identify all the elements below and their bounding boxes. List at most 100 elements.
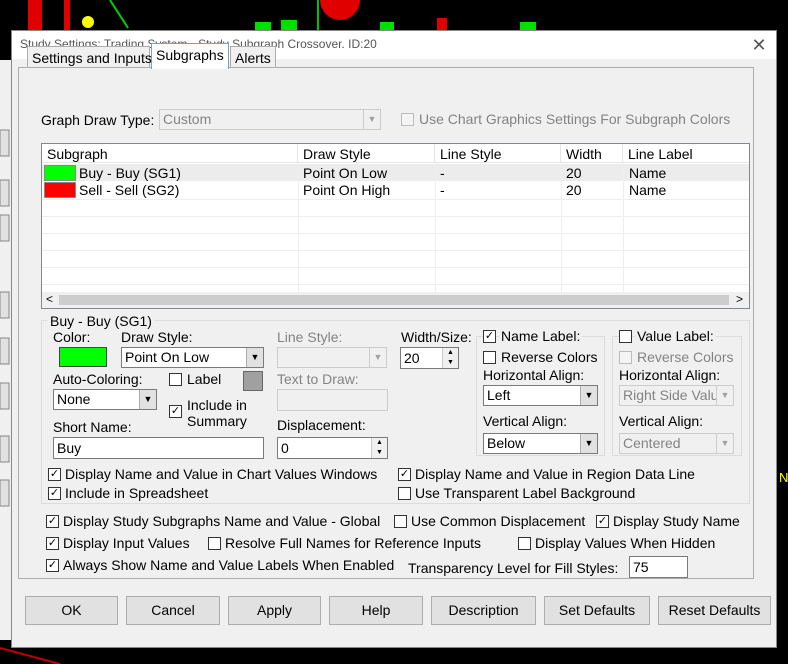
value-label-title: Value Label: <box>635 328 716 344</box>
always-show-labels-checkbox[interactable]: ✓ <box>46 559 59 572</box>
chevron-down-icon: ▼ <box>580 434 597 453</box>
subgraph-color-swatch <box>44 165 76 181</box>
use-chart-graphics-checkbox[interactable] <box>401 113 414 126</box>
line-style-select[interactable]: ▼ <box>277 347 387 368</box>
value-reverse-colors-checkbox[interactable] <box>619 351 632 364</box>
close-icon[interactable]: ✕ <box>748 34 770 56</box>
tab-label: Alerts <box>235 50 271 66</box>
spinner-buttons[interactable]: ▲ ▼ <box>371 438 387 458</box>
reset-defaults-button[interactable]: Reset Defaults <box>658 596 771 625</box>
scrollbar-thumb[interactable] <box>59 295 729 305</box>
label-checkbox[interactable] <box>169 373 182 386</box>
check-icon: ✓ <box>170 405 181 417</box>
text-to-draw-input[interactable] <box>277 389 388 411</box>
use-transparent-label-bg-checkbox[interactable] <box>398 487 411 500</box>
display-input-values-checkbox[interactable]: ✓ <box>46 537 59 550</box>
display-name-value-region-label: Display Name and Value in Region Data Li… <box>415 466 695 482</box>
check-icon: ✓ <box>484 330 495 342</box>
table-cell: Point On High <box>303 182 391 198</box>
svg-text:N: N <box>779 470 788 485</box>
color-picker-button[interactable] <box>59 347 107 367</box>
detail-group-title: Buy - Buy (SG1) <box>47 313 155 329</box>
spin-up-icon[interactable]: ▲ <box>443 348 458 358</box>
table-cell: Name <box>629 182 667 198</box>
value-horizontal-align-select[interactable]: Right Side Valu ▼ <box>619 385 734 406</box>
name-vertical-align-select[interactable]: Below ▼ <box>483 433 598 454</box>
width-size-label: Width/Size: <box>401 329 472 345</box>
ok-button[interactable]: OK <box>25 596 118 625</box>
auto-coloring-select[interactable]: None ▼ <box>53 389 157 410</box>
width-size-spinner[interactable]: 20 ▲ ▼ <box>400 347 459 369</box>
resolve-full-names-checkbox[interactable] <box>208 537 221 550</box>
grid-line <box>42 199 749 200</box>
display-name-value-chart-checkbox[interactable]: ✓ <box>48 468 61 481</box>
name-label-checkbox[interactable]: ✓ <box>483 330 496 343</box>
transparency-value: 75 <box>633 559 649 575</box>
tab-subgraphs[interactable]: Subgraphs <box>151 43 229 69</box>
name-horizontal-align-label: Horizontal Align: <box>483 367 585 383</box>
column-header-line-label[interactable]: Line Label <box>623 144 749 163</box>
horizontal-scrollbar[interactable]: < > <box>42 292 749 308</box>
width-size-value: 20 <box>404 350 420 366</box>
tab-alerts[interactable]: Alerts <box>230 46 276 67</box>
name-reverse-colors-checkbox[interactable] <box>483 351 496 364</box>
grid-line <box>298 163 299 292</box>
auto-coloring-value: None <box>57 391 91 407</box>
table-cell: Point On Low <box>303 165 388 181</box>
transparency-input[interactable]: 75 <box>629 556 688 578</box>
column-header-line-style[interactable]: Line Style <box>435 144 561 163</box>
auto-coloring-label: Auto-Coloring: <box>53 371 143 387</box>
spin-down-icon[interactable]: ▼ <box>443 358 458 368</box>
description-button[interactable]: Description <box>431 596 536 625</box>
table-cell: Sell - Sell (SG2) <box>79 182 180 198</box>
spinner-buttons[interactable]: ▲ ▼ <box>442 348 458 368</box>
value-vertical-align-value: Centered <box>623 435 681 451</box>
grid-line <box>561 163 562 292</box>
table-cell: Buy - Buy (SG1) <box>79 165 181 181</box>
set-defaults-button[interactable]: Set Defaults <box>544 596 650 625</box>
label-color-button[interactable] <box>243 371 263 391</box>
color-label: Color: <box>53 329 91 345</box>
subgraph-table[interactable]: Subgraph Draw Style Line Style Width Lin… <box>41 143 750 309</box>
draw-style-select[interactable]: Point On Low ▼ <box>121 347 264 368</box>
spin-up-icon[interactable]: ▲ <box>372 438 387 448</box>
help-button[interactable]: Help <box>329 596 423 625</box>
value-label-checkbox[interactable] <box>619 330 632 343</box>
check-icon: ✓ <box>597 515 608 527</box>
label-checkbox-label: Label <box>187 371 222 387</box>
graph-draw-type-select[interactable]: Custom ▼ <box>159 109 381 130</box>
include-in-spreadsheet-checkbox[interactable]: ✓ <box>48 487 61 500</box>
apply-button[interactable]: Apply <box>228 596 321 625</box>
scroll-left-icon[interactable]: < <box>46 292 53 306</box>
display-subgraphs-global-checkbox[interactable]: ✓ <box>46 515 59 528</box>
name-horizontal-align-select[interactable]: Left ▼ <box>483 385 598 406</box>
name-vertical-align-label: Vertical Align: <box>483 413 568 429</box>
grid-line <box>42 250 749 251</box>
use-common-displacement-label: Use Common Displacement <box>411 513 586 529</box>
column-header-draw-style[interactable]: Draw Style <box>298 144 435 163</box>
displacement-spinner[interactable]: 0 ▲ ▼ <box>277 437 388 459</box>
display-study-name-checkbox[interactable]: ✓ <box>596 515 609 528</box>
check-icon: ✓ <box>49 487 60 499</box>
column-header-subgraph[interactable]: Subgraph <box>42 144 298 163</box>
tab-label: Settings and Inputs <box>32 50 152 66</box>
display-name-value-region-checkbox[interactable]: ✓ <box>398 468 411 481</box>
display-name-value-chart-label: Display Name and Value in Chart Values W… <box>65 466 378 482</box>
value-horizontal-align-label: Horizontal Align: <box>619 367 721 383</box>
display-subgraphs-global-label: Display Study Subgraphs Name and Value -… <box>63 513 381 529</box>
tab-settings-and-inputs[interactable]: Settings and Inputs <box>27 46 152 67</box>
display-values-when-hidden-checkbox[interactable] <box>518 537 531 550</box>
value-vertical-align-label: Vertical Align: <box>619 413 704 429</box>
chevron-down-icon: ▼ <box>369 348 386 367</box>
cancel-button[interactable]: Cancel <box>126 596 220 625</box>
scroll-right-icon[interactable]: > <box>736 292 743 306</box>
include-in-summary-checkbox[interactable]: ✓ <box>169 405 182 418</box>
spin-down-icon[interactable]: ▼ <box>372 448 387 458</box>
short-name-input[interactable]: Buy <box>53 437 264 459</box>
column-header-width[interactable]: Width <box>561 144 623 163</box>
draw-style-value: Point On Low <box>125 349 210 365</box>
grid-line <box>623 163 624 292</box>
use-common-displacement-checkbox[interactable] <box>394 515 407 528</box>
displacement-value: 0 <box>281 440 289 456</box>
value-vertical-align-select[interactable]: Centered ▼ <box>619 433 734 454</box>
